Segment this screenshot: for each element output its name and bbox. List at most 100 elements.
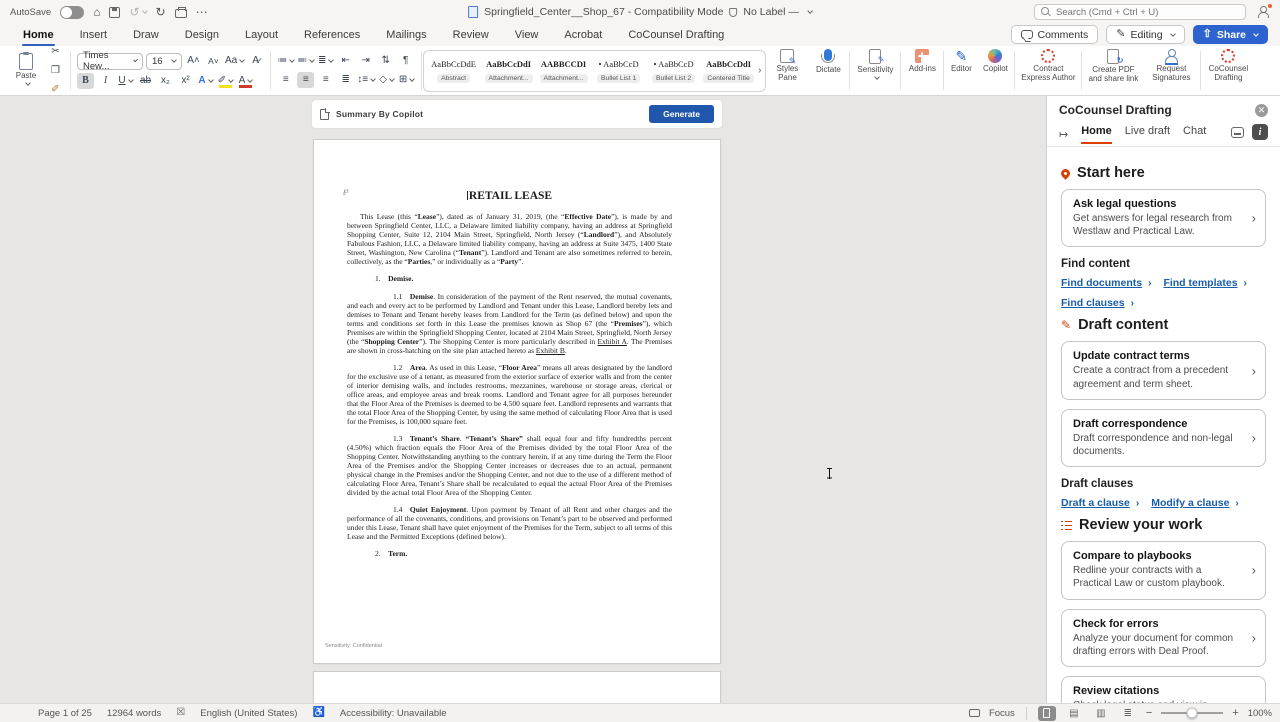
people-icon[interactable] bbox=[1256, 6, 1270, 18]
tab-layout[interactable]: Layout bbox=[232, 27, 291, 46]
font-color-button[interactable]: A bbox=[237, 73, 254, 89]
word-count[interactable]: 12964 words bbox=[107, 708, 161, 719]
strikethrough-button[interactable]: ab bbox=[137, 73, 154, 89]
styles-gallery-more-icon[interactable]: › bbox=[756, 65, 763, 76]
link-modify-a-clause[interactable]: Modify a clause bbox=[1151, 497, 1229, 509]
highlight-color-button[interactable]: ✐ bbox=[217, 73, 234, 89]
paste-button[interactable]: Paste bbox=[9, 50, 43, 91]
bullet-list-button[interactable]: ≔ bbox=[277, 53, 294, 69]
document-page-1[interactable]: ℘ RETAIL LEASE This Lease (this “Lease”)… bbox=[314, 140, 720, 663]
tab-acrobat[interactable]: Acrobat bbox=[551, 27, 615, 46]
style-attachment-2[interactable]: AABBCCDI Attachment... bbox=[536, 57, 591, 85]
pane-tab-chat[interactable]: Chat bbox=[1183, 125, 1206, 144]
style-bullet-list-1[interactable]: • AaBbCcD Bullet List 1 bbox=[591, 57, 646, 85]
editor-button[interactable]: ✎ Editor bbox=[945, 46, 977, 95]
italic-button[interactable]: I bbox=[97, 73, 114, 89]
share-button[interactable]: ⇧ Share bbox=[1193, 25, 1268, 44]
document-page-2[interactable] bbox=[314, 672, 720, 703]
superscript-button[interactable]: x² bbox=[177, 73, 194, 89]
bold-button[interactable]: B bbox=[77, 73, 94, 89]
proofing-errors-icon[interactable]: ☒ bbox=[176, 708, 185, 718]
add-ins-button[interactable]: Add-ins bbox=[902, 46, 942, 95]
show-paragraph-marks-button[interactable]: ¶ bbox=[397, 53, 414, 69]
sensitivity-label-badge[interactable]: No Label — bbox=[743, 6, 798, 18]
shrink-font-button[interactable]: A˅ bbox=[205, 53, 222, 69]
grow-font-button[interactable]: A˄ bbox=[185, 53, 202, 69]
style-bullet-list-2[interactable]: • AaBbCcD Bullet List 2 bbox=[646, 57, 701, 85]
accessibility-status[interactable]: Accessibility: Unavailable bbox=[340, 708, 447, 719]
zoom-slider-knob[interactable] bbox=[1187, 708, 1198, 719]
numbered-list-button[interactable]: ≕ bbox=[297, 53, 314, 69]
contract-express-author-button[interactable]: Contract Express Author bbox=[1016, 46, 1080, 95]
zoom-slider[interactable] bbox=[1161, 712, 1223, 714]
card-review-citations[interactable]: Review citations Check legal status and … bbox=[1061, 676, 1266, 703]
document-canvas[interactable]: Summary By Copilot Generate ℘ RETAIL LEA… bbox=[0, 96, 1046, 703]
search-box[interactable] bbox=[1034, 4, 1246, 20]
draft-view-button[interactable]: ▥ bbox=[1092, 706, 1110, 721]
feedback-icon[interactable] bbox=[1231, 127, 1244, 138]
cut-button[interactable]: ✂ bbox=[47, 44, 64, 60]
editing-mode-button[interactable]: ✎ Editing bbox=[1106, 25, 1184, 44]
redo-icon[interactable]: ↻ bbox=[156, 6, 166, 18]
sort-button[interactable]: ⇅ bbox=[377, 53, 394, 69]
cocounsel-drafting-button[interactable]: CoCounsel Drafting bbox=[1202, 46, 1254, 95]
change-case-button[interactable]: Aa bbox=[225, 53, 244, 69]
shading-button[interactable]: ◇ bbox=[378, 72, 395, 88]
align-right-button[interactable]: ≡ bbox=[317, 72, 334, 88]
subscript-button[interactable]: x₂ bbox=[157, 73, 174, 89]
create-pdf-share-link-button[interactable]: Create PDF and share link bbox=[1083, 46, 1143, 95]
style-abstract[interactable]: AaBbCcDdE Abstract bbox=[426, 57, 481, 85]
underline-button[interactable]: U bbox=[117, 73, 134, 89]
web-layout-view-button[interactable]: ▤ bbox=[1065, 706, 1083, 721]
undo-icon[interactable]: ↺ bbox=[129, 6, 146, 18]
tab-design[interactable]: Design bbox=[172, 27, 232, 46]
print-icon[interactable] bbox=[175, 7, 187, 18]
copilot-button[interactable]: Copilot bbox=[977, 46, 1013, 95]
close-pane-icon[interactable]: ✕ bbox=[1255, 104, 1268, 117]
pane-tab-live-draft[interactable]: Live draft bbox=[1125, 125, 1170, 144]
styles-pane-button[interactable]: Styles Pane bbox=[766, 46, 808, 95]
print-layout-view-button[interactable] bbox=[1038, 706, 1056, 721]
pane-tab-home[interactable]: Home bbox=[1081, 125, 1112, 144]
autosave-toggle[interactable] bbox=[60, 6, 84, 19]
sensitivity-button[interactable]: Sensitivity bbox=[851, 46, 899, 95]
page-indicator[interactable]: Page 1 of 25 bbox=[38, 708, 92, 719]
font-name-combo[interactable]: Times New... bbox=[77, 53, 143, 70]
zoom-in-button[interactable]: + bbox=[1232, 707, 1238, 719]
link-find-clauses[interactable]: Find clauses bbox=[1061, 297, 1125, 309]
card-update-contract-terms[interactable]: Update contract terms Create a contract … bbox=[1061, 341, 1266, 399]
focus-button[interactable]: Focus bbox=[989, 708, 1015, 719]
tab-draw[interactable]: Draw bbox=[120, 27, 172, 46]
more-commands-icon[interactable]: ⋯ bbox=[196, 6, 208, 18]
align-center-button[interactable]: ≡ bbox=[297, 72, 314, 88]
request-signatures-button[interactable]: Request Signatures bbox=[1143, 46, 1199, 95]
tab-references[interactable]: References bbox=[291, 27, 373, 46]
outline-view-button[interactable]: ≣ bbox=[1119, 706, 1137, 721]
card-draft-correspondence[interactable]: Draft correspondence Draft correspondenc… bbox=[1061, 409, 1266, 467]
card-compare-to-playbooks[interactable]: Compare to playbooks Redline your contra… bbox=[1061, 541, 1266, 599]
comments-button[interactable]: Comments bbox=[1011, 25, 1099, 44]
dictate-button[interactable]: Dictate bbox=[808, 46, 848, 95]
tab-mailings[interactable]: Mailings bbox=[373, 27, 439, 46]
info-icon[interactable]: i bbox=[1252, 124, 1268, 140]
collapse-pane-icon[interactable]: ↦ bbox=[1059, 128, 1068, 141]
justify-button[interactable]: ≣ bbox=[337, 72, 354, 88]
link-draft-a-clause[interactable]: Draft a clause bbox=[1061, 497, 1130, 509]
card-ask-legal-questions[interactable]: Ask legal questions Get answers for lega… bbox=[1061, 189, 1266, 247]
line-spacing-button[interactable]: ↕≡ bbox=[357, 72, 375, 88]
copy-button[interactable]: ❐ bbox=[47, 63, 64, 79]
tab-insert[interactable]: Insert bbox=[67, 27, 121, 46]
borders-button[interactable]: ⊞ bbox=[398, 72, 415, 88]
label-chevron-icon[interactable] bbox=[807, 8, 813, 14]
generate-summary-button[interactable]: Generate bbox=[649, 105, 714, 123]
text-effects-button[interactable]: A bbox=[197, 73, 214, 89]
card-check-for-errors[interactable]: Check for errors Analyze your document f… bbox=[1061, 609, 1266, 667]
align-left-button[interactable]: ≡ bbox=[277, 72, 294, 88]
zoom-percentage[interactable]: 100% bbox=[1248, 708, 1272, 719]
tab-review[interactable]: Review bbox=[440, 27, 502, 46]
tab-cocounsel-drafting[interactable]: CoCounsel Drafting bbox=[615, 27, 737, 46]
multilevel-list-button[interactable]: ≣ bbox=[317, 53, 334, 69]
link-find-documents[interactable]: Find documents bbox=[1061, 277, 1142, 289]
tab-view[interactable]: View bbox=[502, 27, 552, 46]
clear-formatting-button[interactable]: A̷ bbox=[247, 53, 264, 69]
